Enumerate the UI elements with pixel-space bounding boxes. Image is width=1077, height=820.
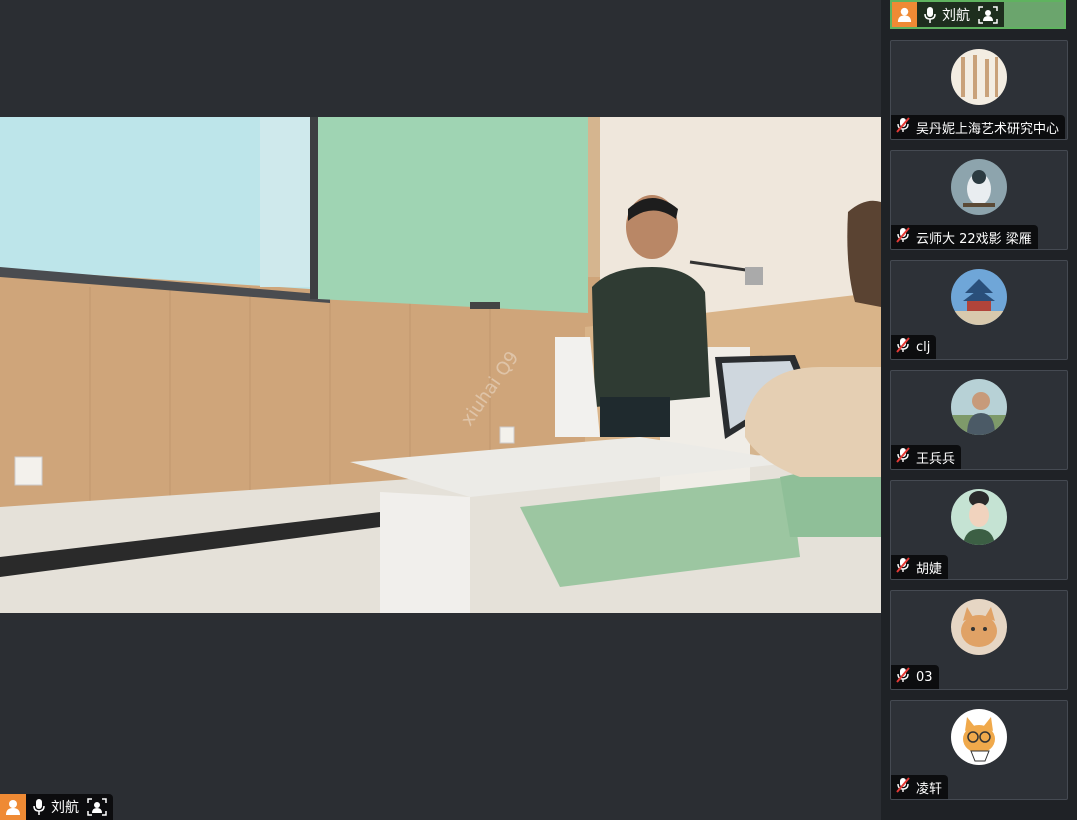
- participant-name: 云师大 22戏影 梁雁: [916, 231, 1032, 247]
- mic-muted-icon[interactable]: [895, 337, 911, 357]
- participant-tile[interactable]: 胡婕: [890, 480, 1068, 580]
- host-badge: [892, 2, 917, 27]
- microphone-icon[interactable]: [923, 6, 937, 23]
- mic-muted-icon[interactable]: [895, 447, 911, 467]
- mic-muted-icon[interactable]: [895, 227, 911, 247]
- speaker-focus-icon[interactable]: [978, 5, 998, 24]
- participant-label: 03: [891, 665, 939, 689]
- mic-muted-icon[interactable]: [895, 557, 911, 577]
- host-badge: [0, 794, 26, 820]
- self-name: 刘航: [51, 800, 79, 816]
- user-icon: [897, 7, 912, 23]
- bird-avatar: [951, 159, 1007, 215]
- user-icon: [6, 800, 20, 815]
- participant-tile[interactable]: 吴丹妮上海艺术研究中心: [890, 40, 1068, 140]
- participant-name: 吴丹妮上海艺术研究中心: [916, 121, 1060, 137]
- illustration-avatar: [951, 489, 1007, 545]
- participant-name: 03: [916, 669, 933, 685]
- participant-label: 胡婕: [891, 555, 949, 579]
- active-speaker-name: 刘航: [942, 7, 970, 24]
- participant-label: 吴丹妮上海艺术研究中心: [891, 115, 1066, 139]
- mic-muted-icon[interactable]: [895, 777, 911, 797]
- participant-tile[interactable]: 03: [890, 590, 1068, 690]
- classroom-scene: xiuhai Q9: [0, 117, 881, 613]
- temple-avatar: [951, 269, 1007, 325]
- main-video[interactable]: xiuhai Q9: [0, 117, 881, 613]
- speaker-focus-icon[interactable]: [87, 798, 107, 816]
- participant-label: 云师大 22戏影 梁雁: [891, 225, 1038, 249]
- participant-name: 王兵兵: [916, 451, 956, 467]
- participant-label: 王兵兵: [891, 445, 962, 469]
- active-speaker-label: 刘航: [892, 2, 1004, 27]
- photo-avatar: [951, 379, 1007, 435]
- calligraphy-avatar: [951, 49, 1007, 105]
- participant-label: clj: [891, 335, 937, 359]
- cat-avatar: [951, 599, 1007, 655]
- active-speaker-tile[interactable]: 刘航: [890, 0, 1066, 29]
- participant-tile[interactable]: 王兵兵: [890, 370, 1068, 470]
- microphone-icon[interactable]: [32, 799, 46, 815]
- participant-name: 胡婕: [916, 561, 943, 577]
- participant-tile[interactable]: 凌轩: [890, 700, 1068, 800]
- participant-tile[interactable]: clj: [890, 260, 1068, 360]
- main-stage: xiuhai Q9 刘航: [0, 0, 881, 820]
- participant-tile[interactable]: 云师大 22戏影 梁雁: [890, 150, 1068, 250]
- mic-muted-icon[interactable]: [895, 117, 911, 137]
- mic-muted-icon[interactable]: [895, 667, 911, 687]
- cartoon-cat-avatar: [951, 709, 1007, 765]
- participant-label: 凌轩: [891, 775, 949, 799]
- participant-name: clj: [916, 339, 931, 355]
- participant-sidebar[interactable]: 刘航 吴丹妮上海艺术研究中心 云师大 22戏影 梁雁 clj 王兵兵 胡婕 03…: [881, 0, 1077, 820]
- participant-name: 凌轩: [916, 781, 943, 797]
- self-view-name-tag: 刘航: [0, 794, 113, 820]
